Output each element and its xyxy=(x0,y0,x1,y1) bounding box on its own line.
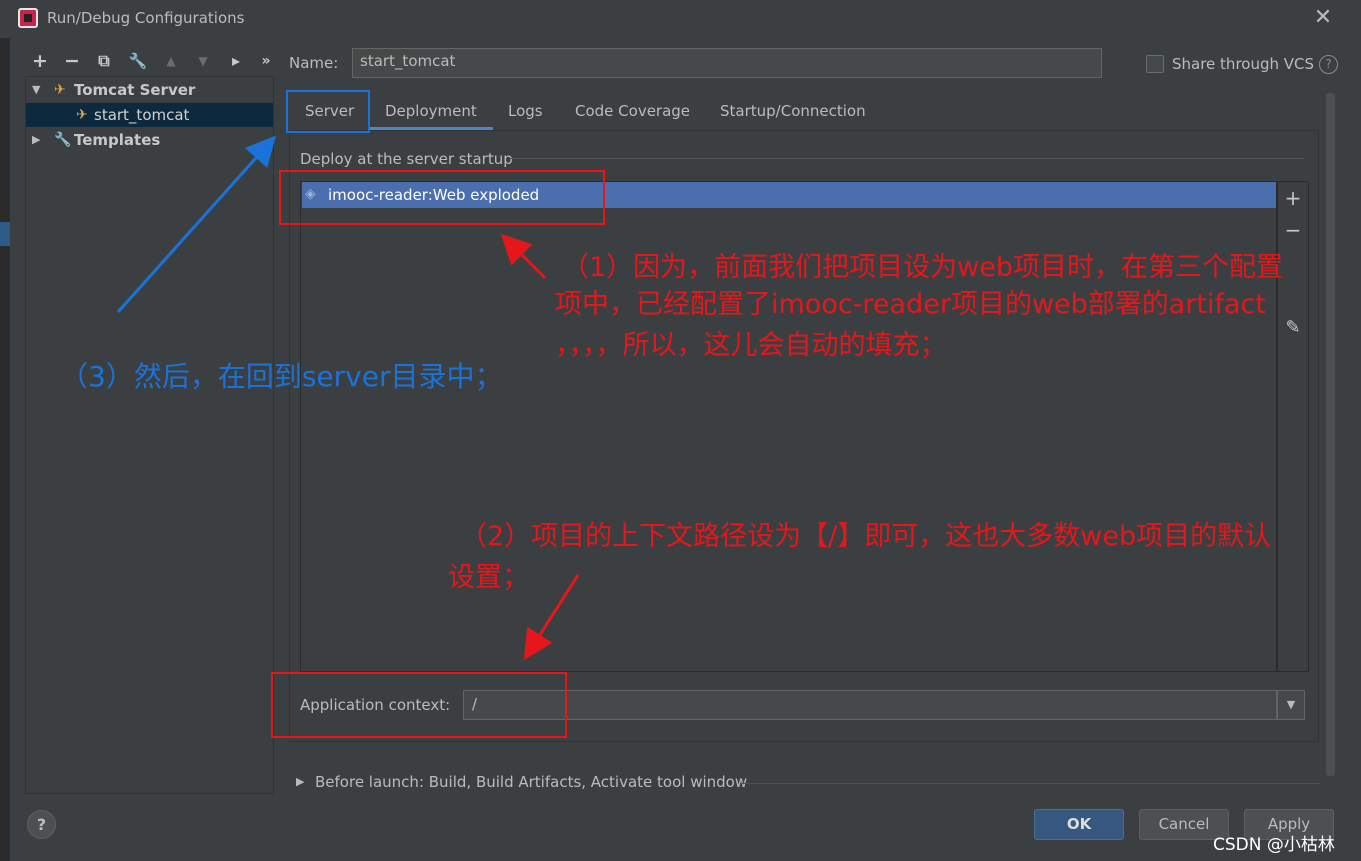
remove-configuration-button[interactable]: − xyxy=(61,50,83,72)
help-button[interactable]: ? xyxy=(27,810,56,839)
annotation-note-2: （2）项目的上下文路径设为【/】即可，这也大多数web项目的默认 xyxy=(460,521,1272,552)
add-configuration-button[interactable]: + xyxy=(29,50,51,72)
annotation-note-1: ，，，，所以，这儿会自动的填充； xyxy=(555,330,947,361)
move-up-button[interactable]: ▲ xyxy=(160,50,182,72)
tree-item-label: Tomcat Server xyxy=(74,81,196,99)
configuration-tree: ▼ ✈ Tomcat Server ✈ start_tomcat ▶ 🔧 Tem… xyxy=(25,76,274,794)
wrench-icon[interactable]: 🔧 xyxy=(127,50,149,72)
annotation-box-context xyxy=(271,672,567,738)
tomcat-icon: ✈ xyxy=(76,107,88,123)
add-artifact-button[interactable]: + xyxy=(1281,186,1305,210)
tree-item-label: Templates xyxy=(74,131,161,149)
background-window-edge xyxy=(0,38,10,861)
background-window-highlight xyxy=(0,222,10,246)
wrench-icon: 🔧 xyxy=(54,132,72,148)
tab-code-coverage[interactable]: Code Coverage xyxy=(559,92,706,130)
ok-button[interactable]: OK xyxy=(1034,809,1124,840)
annotation-note-1: 项中，已经配置了imooc-reader项目的web部署的artifact xyxy=(555,289,1266,320)
tab-logs[interactable]: Logs xyxy=(492,92,559,130)
section-divider xyxy=(740,783,1320,784)
expand-before-launch-icon[interactable]: ▶ xyxy=(296,775,304,788)
share-vcs-label[interactable]: Share through VCS xyxy=(1172,55,1314,73)
more-icon[interactable]: » xyxy=(255,50,277,72)
expanded-icon[interactable]: ▼ xyxy=(32,78,40,102)
name-label: Name: xyxy=(289,54,339,72)
tree-item-tomcat-server[interactable]: ▼ ✈ Tomcat Server xyxy=(26,78,273,102)
application-context-input[interactable]: / xyxy=(463,690,1277,720)
collapsed-icon[interactable]: ▶ xyxy=(32,128,40,152)
annotation-note-2: 设置； xyxy=(448,562,529,593)
tab-deployment[interactable]: Deployment xyxy=(369,92,493,130)
intellij-logo-icon xyxy=(18,8,38,28)
edit-artifact-button[interactable]: ✎ xyxy=(1281,316,1305,340)
chevron-down-icon[interactable]: ▼ xyxy=(1277,690,1305,720)
before-launch-label[interactable]: Before launch: Build, Build Artifacts, A… xyxy=(315,773,747,791)
remove-artifact-button[interactable]: − xyxy=(1281,218,1305,242)
annotation-note-3: （3）然后，在回到server目录中； xyxy=(60,360,503,393)
section-divider xyxy=(510,158,1305,159)
tomcat-icon: ✈ xyxy=(54,82,66,98)
tab-startup-connection[interactable]: Startup/Connection xyxy=(704,92,882,130)
help-icon[interactable]: ? xyxy=(1319,55,1338,74)
tree-item-label: start_tomcat xyxy=(94,106,190,124)
folder-icon[interactable]: ▸ xyxy=(225,50,247,72)
close-icon[interactable]: ✕ xyxy=(1310,6,1336,32)
tree-item-start-tomcat[interactable]: ✈ start_tomcat xyxy=(26,103,273,127)
tree-item-templates[interactable]: ▶ 🔧 Templates xyxy=(26,128,273,152)
share-vcs-checkbox[interactable] xyxy=(1146,55,1164,73)
window-title: Run/Debug Configurations xyxy=(47,9,245,27)
annotation-note-1: （1）因为，前面我们把项目设为web项目时，在第三个配置 xyxy=(562,252,1284,283)
annotation-box-artifact xyxy=(279,170,605,225)
copy-configuration-button[interactable]: ⧉ xyxy=(93,50,115,72)
deploy-section-label: Deploy at the server startup xyxy=(300,150,513,168)
move-down-button[interactable]: ▼ xyxy=(192,50,214,72)
name-input[interactable]: start_tomcat xyxy=(352,48,1102,78)
vertical-scrollbar[interactable] xyxy=(1326,93,1335,776)
watermark: CSDN @小枯林 xyxy=(1213,835,1335,855)
annotation-box-server-tab xyxy=(286,90,370,133)
